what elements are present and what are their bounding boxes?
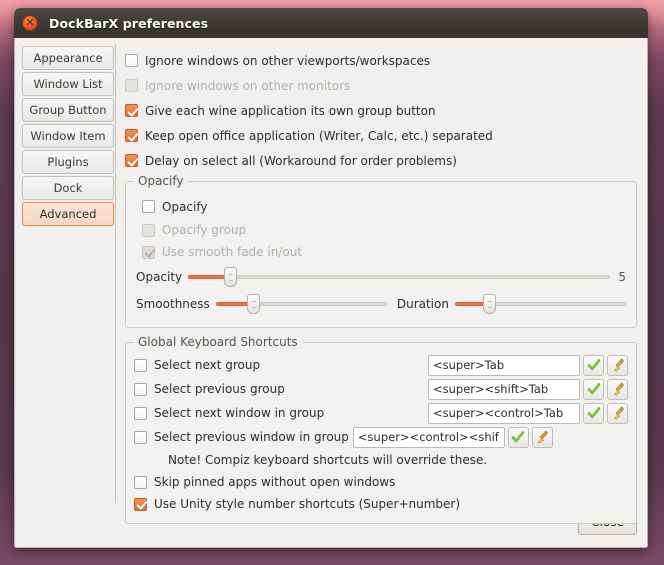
option-ignore-other-monitors: Ignore windows on other monitors bbox=[125, 73, 637, 98]
checkbox[interactable] bbox=[134, 430, 147, 444]
opacity-value: 5 bbox=[618, 269, 626, 284]
checkmark-icon[interactable] bbox=[583, 354, 604, 376]
broom-icon[interactable] bbox=[531, 426, 553, 448]
checkmark-icon[interactable] bbox=[583, 402, 604, 424]
checkbox[interactable] bbox=[125, 129, 138, 142]
broom-icon[interactable] bbox=[607, 378, 628, 400]
shortcut-input[interactable]: <super><control><shif bbox=[352, 426, 505, 448]
option-label: Ignore windows on other viewports/worksp… bbox=[145, 53, 431, 68]
checkbox[interactable] bbox=[125, 154, 138, 167]
sidebar-item-window-item[interactable]: Window Item bbox=[22, 124, 114, 148]
option-label: Ignore windows on other monitors bbox=[145, 78, 351, 93]
desktop-background: ✕ DockBarX preferences Appearance Window… bbox=[0, 0, 664, 565]
shortcuts-note: Note! Compiz keyboard shortcuts will ove… bbox=[168, 453, 488, 467]
window-title: DockBarX preferences bbox=[49, 15, 209, 31]
option-label: Use Unity style number shortcuts (Super+… bbox=[154, 497, 461, 511]
checkbox bbox=[125, 79, 138, 92]
shortcut-label: Select next window in group bbox=[154, 406, 325, 420]
checkbox[interactable] bbox=[125, 104, 138, 117]
checkbox[interactable] bbox=[142, 200, 155, 213]
shortcut-input[interactable]: <super><control>Tab bbox=[428, 402, 580, 424]
duration-label: Duration bbox=[396, 296, 449, 311]
opacify-group: Opacify Opacify Opacify group Use smooth… bbox=[125, 174, 637, 328]
checkbox[interactable] bbox=[134, 406, 147, 420]
duration-slider[interactable] bbox=[454, 293, 627, 314]
option-wine-own-group-button[interactable]: Give each wine application its own group… bbox=[125, 98, 637, 123]
smoothness-label: Smoothness bbox=[136, 296, 210, 311]
option-smooth-fade: Use smooth fade in/out bbox=[142, 241, 626, 263]
checkbox bbox=[142, 245, 155, 259]
shortcut-label: Select next group bbox=[154, 358, 261, 372]
option-opacify-group: Opacify group bbox=[142, 219, 626, 241]
window-body: Appearance Window List Group Button Wind… bbox=[14, 38, 648, 548]
checkbox[interactable] bbox=[134, 382, 147, 396]
slider-knob[interactable] bbox=[247, 293, 261, 314]
content-row: Appearance Window List Group Button Wind… bbox=[21, 44, 641, 524]
checkbox[interactable] bbox=[134, 358, 147, 372]
option-delay-on-select-all[interactable]: Delay on select all (Workaround for orde… bbox=[125, 148, 637, 173]
option-office-separated[interactable]: Keep open office application (Writer, Ca… bbox=[125, 123, 637, 148]
option-label: Use smooth fade in/out bbox=[162, 245, 303, 259]
sidebar-item-group-button[interactable]: Group Button bbox=[22, 98, 114, 122]
sidebar-tab-list: Appearance Window List Group Button Wind… bbox=[21, 44, 116, 503]
opacity-slider[interactable] bbox=[188, 266, 611, 287]
shortcut-row: Select next window in group <super><cont… bbox=[134, 401, 628, 425]
sidebar-item-label: Window List bbox=[33, 77, 103, 91]
sidebar-item-label: Group Button bbox=[29, 103, 107, 117]
opacify-group-title: Opacify bbox=[134, 174, 188, 188]
shortcut-row: Select previous window in group <super><… bbox=[134, 425, 628, 449]
checkbox bbox=[142, 223, 155, 237]
option-skip-pinned-apps[interactable]: Skip pinned apps without open windows bbox=[134, 471, 628, 493]
shortcut-label: Select previous group bbox=[154, 382, 285, 396]
broom-icon[interactable] bbox=[607, 354, 628, 376]
checkbox[interactable] bbox=[125, 54, 138, 67]
checkbox[interactable] bbox=[134, 475, 147, 489]
slider-track bbox=[188, 274, 611, 279]
sidebar-item-advanced[interactable]: Advanced bbox=[22, 202, 114, 226]
slider-knob[interactable] bbox=[224, 266, 238, 287]
shortcut-row: Select next group <super>Tab bbox=[134, 353, 628, 377]
option-label: Give each wine application its own group… bbox=[145, 103, 436, 118]
shortcut-row: Select previous group <super><shift>Tab bbox=[134, 377, 628, 401]
shortcut-input[interactable]: <super><shift>Tab bbox=[428, 378, 580, 400]
checkmark-icon[interactable] bbox=[507, 426, 529, 448]
shortcuts-group-title: Global Keyboard Shortcuts bbox=[134, 335, 302, 349]
option-ignore-other-viewports[interactable]: Ignore windows on other viewports/worksp… bbox=[125, 48, 637, 73]
option-label: Opacify group bbox=[162, 223, 247, 237]
window-titlebar: ✕ DockBarX preferences bbox=[14, 8, 648, 38]
sidebar-item-window-list[interactable]: Window List bbox=[22, 72, 114, 96]
broom-icon[interactable] bbox=[607, 402, 628, 424]
option-opacify[interactable]: Opacify bbox=[142, 194, 626, 219]
sidebar-item-plugins[interactable]: Plugins bbox=[22, 150, 114, 174]
option-label: Keep open office application (Writer, Ca… bbox=[145, 128, 493, 143]
sidebar-item-label: Plugins bbox=[47, 155, 89, 169]
option-label: Skip pinned apps without open windows bbox=[154, 475, 396, 489]
option-label: Opacify bbox=[162, 199, 208, 214]
opacity-label: Opacity bbox=[136, 269, 183, 284]
sidebar-item-dock[interactable]: Dock bbox=[22, 176, 114, 200]
opacity-slider-row: Opacity 5 bbox=[136, 263, 626, 290]
shortcut-label: Select previous window in group bbox=[154, 430, 349, 444]
sidebar-item-label: Appearance bbox=[33, 51, 103, 65]
sidebar-item-label: Window Item bbox=[30, 129, 106, 143]
shortcut-input[interactable]: <super>Tab bbox=[428, 354, 580, 376]
sidebar-item-label: Dock bbox=[53, 181, 83, 195]
sidebar-item-appearance[interactable]: Appearance bbox=[22, 46, 114, 70]
option-unity-number-shortcuts[interactable]: Use Unity style number shortcuts (Super+… bbox=[134, 493, 628, 515]
smoothness-slider[interactable] bbox=[215, 293, 387, 314]
slider-knob[interactable] bbox=[483, 293, 497, 314]
smoothness-duration-row: Smoothness Duration bbox=[136, 290, 627, 317]
advanced-settings-panel: Ignore windows on other viewports/worksp… bbox=[116, 44, 641, 524]
option-label: Delay on select all (Workaround for orde… bbox=[145, 153, 457, 168]
shortcuts-group: Global Keyboard Shortcuts Select next gr… bbox=[125, 335, 637, 524]
checkmark-icon[interactable] bbox=[583, 378, 604, 400]
checkbox[interactable] bbox=[134, 497, 147, 511]
preferences-window: ✕ DockBarX preferences Appearance Window… bbox=[14, 8, 648, 548]
close-glyph: ✕ bbox=[25, 16, 35, 29]
close-icon[interactable]: ✕ bbox=[22, 15, 38, 31]
sidebar-item-label: Advanced bbox=[39, 207, 97, 221]
